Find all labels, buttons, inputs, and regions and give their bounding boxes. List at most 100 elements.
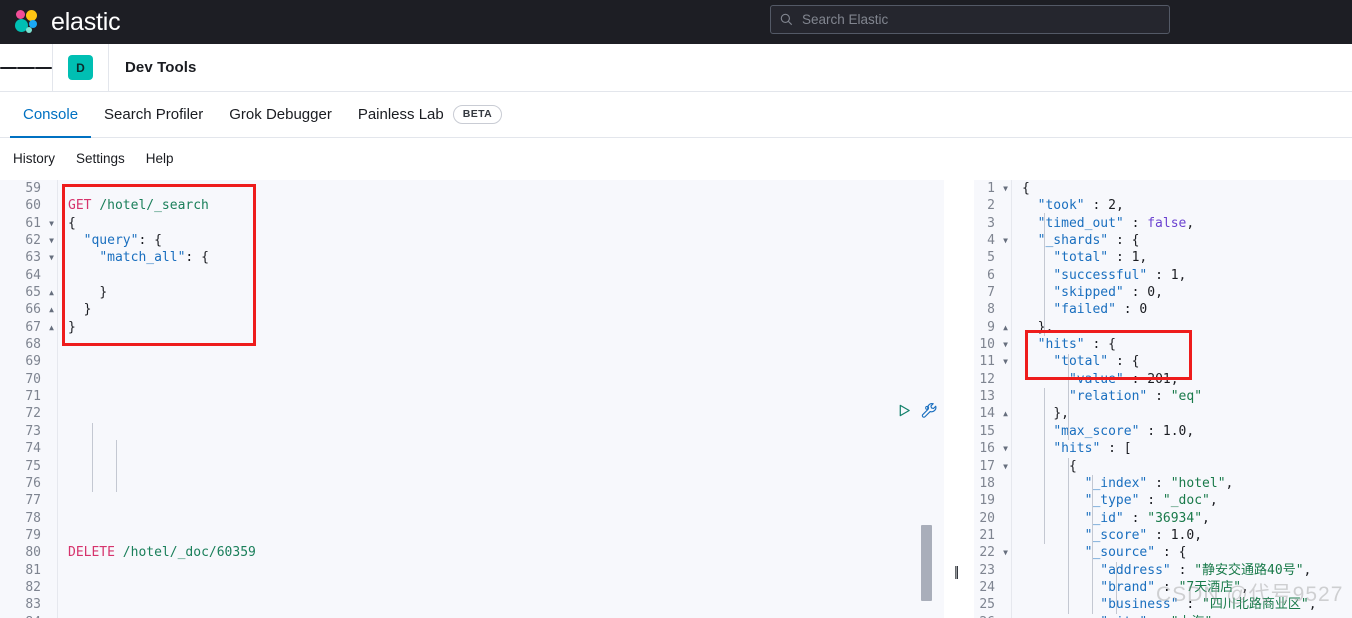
line-number: 70 (25, 371, 41, 387)
response-code[interactable]: 1 ▼ 2 3 4 ▼ 5 6 7 8 9 ▲ 10 ▼ 11 ▼ 12 13 14 ▲ 15 16 ▼ 17 ▼ 18 19 20 2… (974, 180, 1352, 618)
tab-search-profiler[interactable]: Search Profiler (91, 92, 216, 137)
request-editor-code[interactable]: 59 60 61 ▼ 62 ▼ 63 ▼ 64 65 ▲ 66 ▲ 67 ▲ 68 69 70 71 72 73 74 75… (0, 180, 944, 618)
code-line: "address" : "静安交通路40号", (1100, 562, 1312, 578)
editor-vertical-scrollbar[interactable] (921, 180, 932, 618)
line-number: 62 ▼ (25, 233, 54, 249)
code-line: "_index" : "hotel", (1084, 475, 1234, 491)
line-number: 77 (25, 493, 41, 509)
line-number: 3 (987, 215, 995, 231)
request-editor-pane[interactable]: 59 60 61 ▼ 62 ▼ 63 ▼ 64 65 ▲ 66 ▲ 67 ▲ 68 69 70 71 72 73 74 75… (0, 180, 944, 618)
play-triangle-icon[interactable] (897, 403, 912, 418)
code-line: "hits" : { (1037, 337, 1116, 353)
line-number: 4 ▼ (987, 233, 1008, 249)
code-line: "hits" : [ (1053, 441, 1132, 457)
wrench-icon[interactable] (921, 402, 938, 419)
request-action-icons (897, 402, 938, 419)
splitter-handle[interactable]: || (954, 563, 959, 579)
page-title: Dev Tools (125, 59, 197, 76)
line-number: 66 ▲ (25, 302, 54, 318)
code-line: "failed" : 0 (1053, 302, 1148, 318)
line-number: 6 (987, 267, 995, 283)
hamburger-menu-icon[interactable] (0, 44, 52, 92)
line-number: 72 (25, 406, 41, 422)
elastic-home-link[interactable]: elastic (0, 7, 121, 37)
code-line: "_type" : "_doc", (1084, 493, 1218, 509)
editor-scrollbar-thumb[interactable] (921, 525, 932, 601)
editor-line-numbers: 59 60 61 ▼ 62 ▼ 63 ▼ 64 65 ▲ 66 ▲ 67 ▲ 68 69 70 71 72 73 74 75… (0, 180, 58, 618)
code-line: { (1022, 181, 1030, 196)
tab-grok-debugger[interactable]: Grok Debugger (216, 92, 345, 137)
code-line: "timed_out" : false, (1037, 215, 1195, 231)
line-number: 24 (979, 579, 995, 595)
submenu-item-settings[interactable]: Settings (76, 151, 125, 166)
line-number: 63 ▼ (25, 250, 54, 266)
response-indent-guide-6 (1116, 562, 1117, 614)
line-number: 20 (979, 510, 995, 526)
code-line: "total" : 1, (1053, 250, 1148, 266)
console-body: 59 60 61 ▼ 62 ▼ 63 ▼ 64 65 ▲ 66 ▲ 67 ▲ 68 69 70 71 72 73 74 75… (0, 180, 1352, 618)
code-line: "city" : "上海" (1022, 614, 1317, 618)
line-number: 75 (25, 458, 41, 474)
code-line: "successful" : 1, (1053, 267, 1187, 283)
code-line: "_shards" : { (1037, 233, 1140, 249)
line-number: 12 (979, 371, 995, 387)
tab-grok-debugger-label: Grok Debugger (229, 106, 332, 123)
search-icon (780, 13, 793, 26)
submenu-item-history[interactable]: History (13, 151, 55, 166)
code-line: "skipped" : 0, (1053, 285, 1163, 301)
code-line: "_source" : { (1084, 545, 1187, 561)
line-number: 83 (25, 597, 41, 613)
line-number: 74 (25, 441, 41, 457)
response-indent-guide-3 (1068, 354, 1069, 440)
global-top-bar: elastic Search Elastic (0, 0, 1352, 44)
code-line: DELETE /hotel/_doc/60359 (68, 545, 256, 561)
code-line: "business" : "四川北路商业区", (1100, 597, 1317, 613)
line-number: 18 (979, 475, 995, 491)
app-badge-wrapper: D (53, 44, 108, 92)
line-number: 10 ▼ (979, 337, 1008, 353)
line-number: 13 (979, 389, 995, 405)
code-line: "max_score" : 1.0, (1053, 423, 1195, 439)
line-number: 23 (979, 562, 995, 578)
response-viewer-pane[interactable]: 1 ▼ 2 3 4 ▼ 5 6 7 8 9 ▲ 10 ▼ 11 ▼ 12 13 14 ▲ 15 16 ▼ 17 ▼ 18 19 20 2… (974, 180, 1352, 618)
editor-source[interactable]: GET /hotel/_search{ "query": { "match_al… (68, 180, 256, 618)
tab-painless-lab[interactable]: Painless Lab BETA (345, 92, 515, 137)
line-number: 60 (25, 198, 41, 214)
line-number: 76 (25, 475, 41, 491)
brand-name: elastic (51, 7, 121, 36)
pane-splitter[interactable]: || (944, 180, 974, 618)
line-number: 15 (979, 423, 995, 439)
code-line: } (99, 285, 108, 301)
code-line: GET /hotel/_search (68, 198, 209, 214)
line-number: 25 (979, 597, 995, 613)
line-number: 7 (987, 285, 995, 301)
code-line: { (68, 215, 76, 231)
global-search-field[interactable]: Search Elastic (770, 5, 1170, 34)
line-number: 19 (979, 493, 995, 509)
application-nav-bar: D Dev Tools (0, 43, 1352, 92)
response-line-numbers: 1 ▼ 2 3 4 ▼ 5 6 7 8 9 ▲ 10 ▼ 11 ▼ 12 13 14 ▲ 15 16 ▼ 17 ▼ 18 19 20 2… (974, 180, 1012, 618)
line-number: 59 (25, 181, 41, 196)
app-badge: D (68, 55, 93, 80)
response-indent-guide-2 (1044, 213, 1045, 336)
line-number: 64 (25, 267, 41, 283)
code-line: "_id" : "36934", (1084, 510, 1210, 526)
tab-painless-lab-label: Painless Lab (357, 106, 444, 123)
line-number: 65 ▲ (25, 285, 54, 301)
line-number: 69 (25, 354, 41, 370)
code-line: }, (1053, 406, 1069, 422)
tab-console[interactable]: Console (10, 92, 92, 138)
submenu-item-help[interactable]: Help (146, 151, 174, 166)
line-number: 61 ▼ (25, 215, 54, 231)
line-number: 81 (25, 562, 41, 578)
line-number: 68 (25, 337, 41, 353)
code-line: "query": { (83, 233, 162, 249)
